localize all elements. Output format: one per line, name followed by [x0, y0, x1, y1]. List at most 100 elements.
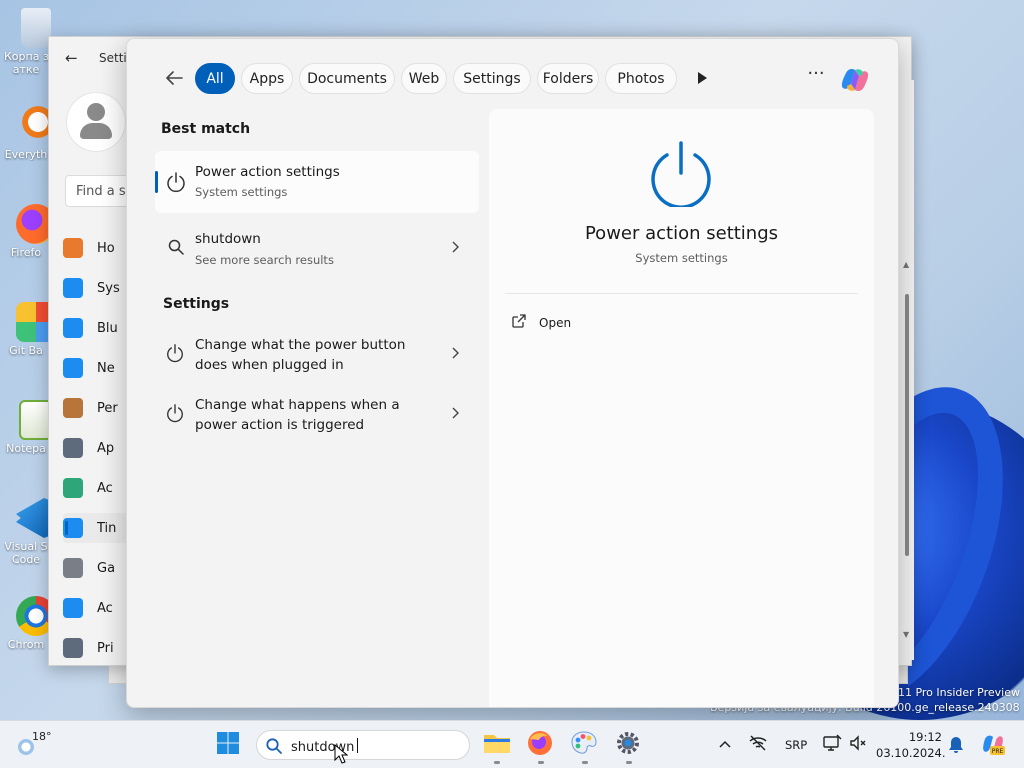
settings-title: Setti [99, 51, 127, 65]
settings-nav-icon [63, 638, 83, 658]
paint-icon[interactable] [570, 729, 600, 764]
more-options-icon[interactable]: ··· [805, 65, 827, 87]
settings-nav-icon [63, 318, 83, 338]
result-detail-pane: Power action settings System settings Op… [489, 109, 874, 707]
settings-nav-label: Ho [97, 240, 115, 256]
settings-nav-label: Pri [97, 640, 114, 656]
settings-nav-item[interactable]: Pri [63, 633, 133, 663]
settings-nav-icon [63, 398, 83, 418]
power-icon [165, 343, 187, 365]
settings-nav-icon [63, 238, 83, 258]
best-match-subtitle: System settings [195, 185, 288, 199]
settings-nav-item[interactable]: Ac [63, 593, 133, 623]
tab-all[interactable]: All [195, 63, 235, 94]
tab-documents[interactable]: Documents [299, 63, 395, 94]
settings-nav-label: Blu [97, 320, 118, 336]
firefox-taskbar-icon[interactable] [526, 729, 556, 764]
best-match-heading: Best match [161, 121, 251, 137]
tab-web[interactable]: Web [401, 63, 447, 94]
power-icon [165, 403, 187, 425]
settings-nav-item[interactable]: Ac [63, 473, 133, 503]
tab-photos[interactable]: Photos [605, 63, 677, 94]
running-indicator [626, 761, 632, 764]
chevron-right-icon [451, 407, 459, 423]
settings-result-line1: Change what happens when a [195, 397, 400, 413]
settings-result-line2: power action is triggered [195, 417, 365, 433]
settings-nav-item[interactable]: Tin [63, 513, 133, 543]
open-button[interactable]: Open [511, 309, 711, 337]
scroll-up-arrow-icon[interactable]: ▲ [903, 260, 909, 269]
settings-result-line1: Change what the power button [195, 337, 406, 353]
settings-nav-label: Ne [97, 360, 115, 376]
text-caret [357, 738, 359, 753]
detail-subtitle: System settings [635, 251, 728, 265]
copilot-pre-icon[interactable]: PRE [980, 731, 1006, 761]
search-icon [265, 737, 283, 755]
avatar[interactable] [67, 93, 125, 151]
more-tabs-play-icon[interactable] [693, 69, 711, 87]
weather-temp: 18° [32, 730, 52, 743]
settings-nav-icon [63, 278, 83, 298]
running-indicator [494, 761, 500, 764]
weather-widget[interactable]: 18° [18, 729, 58, 761]
search-flyout: All Apps Documents Web Settings Folders … [126, 38, 899, 708]
settings-nav-item[interactable]: Ga [63, 553, 133, 583]
running-indicator [582, 761, 588, 764]
settings-result-power-button[interactable]: Change what the power button does when p… [155, 325, 479, 383]
settings-nav-icon [63, 358, 83, 378]
best-match-title: Power action settings [195, 164, 340, 180]
web-result-subtitle: See more search results [195, 253, 334, 267]
copilot-icon[interactable] [839, 64, 871, 96]
clock[interactable]: 19:12 03.10.2024. [876, 729, 946, 761]
settings-nav-label: Sys [97, 280, 120, 296]
settings-nav-item[interactable]: Blu [63, 313, 133, 343]
settings-taskbar-icon[interactable] [614, 729, 644, 764]
chevron-up-icon[interactable] [718, 737, 732, 755]
open-label: Open [539, 316, 572, 330]
settings-nav-item[interactable]: Ho [63, 233, 133, 263]
taskbar-search-input[interactable]: shutdown [256, 730, 470, 760]
notification-bell-icon[interactable] [948, 736, 964, 758]
tab-apps[interactable]: Apps [241, 63, 293, 94]
search-icon [167, 238, 189, 260]
settings-nav-item[interactable]: Ne [63, 353, 133, 383]
web-result-title: shutdown [195, 231, 261, 247]
settings-scrollbar[interactable]: ▲ ▼ [898, 80, 914, 660]
web-search-result[interactable]: shutdown See more search results [155, 221, 479, 277]
settings-nav-item[interactable]: Sys [63, 273, 133, 303]
file-explorer-icon[interactable] [482, 729, 512, 764]
settings-nav-label: Ac [97, 600, 113, 616]
settings-nav-icon [63, 558, 83, 578]
running-indicator [538, 761, 544, 764]
settings-nav-icon [63, 438, 83, 458]
open-external-icon [511, 313, 527, 333]
chevron-right-icon [451, 241, 459, 257]
settings-nav-item[interactable]: Per [63, 393, 133, 423]
settings-result-power-action[interactable]: Change what happens when a power action … [155, 385, 479, 443]
network-disconnected-icon[interactable] [748, 733, 768, 757]
power-large-icon [649, 141, 713, 209]
back-arrow-icon[interactable]: ← [65, 49, 78, 67]
start-button[interactable] [214, 729, 244, 759]
settings-nav-label: Ac [97, 480, 113, 496]
settings-nav-label: Tin [97, 520, 117, 536]
settings-nav-icon [63, 518, 83, 538]
chevron-right-icon [451, 347, 459, 363]
best-match-result[interactable]: Power action settings System settings [155, 151, 479, 213]
back-arrow-icon[interactable] [163, 67, 185, 89]
search-query: shutdown [291, 738, 359, 755]
scroll-down-arrow-icon[interactable]: ▼ [903, 630, 909, 639]
settings-nav-label: Ap [97, 440, 115, 456]
tab-folders[interactable]: Folders [537, 63, 599, 94]
taskbar: 18° shutdown SRP 19:12 03.10.2024. PRE [0, 720, 1024, 768]
settings-nav-icon [63, 598, 83, 618]
divider [505, 293, 858, 294]
settings-nav-icon [63, 478, 83, 498]
scrollbar-thumb[interactable] [905, 294, 909, 556]
display-monitor-icon[interactable] [822, 733, 842, 757]
input-language[interactable]: SRP [785, 738, 807, 752]
power-icon [165, 171, 187, 193]
tab-settings[interactable]: Settings [453, 63, 531, 94]
volume-muted-icon[interactable] [848, 733, 868, 757]
settings-nav-item[interactable]: Ap [63, 433, 133, 463]
